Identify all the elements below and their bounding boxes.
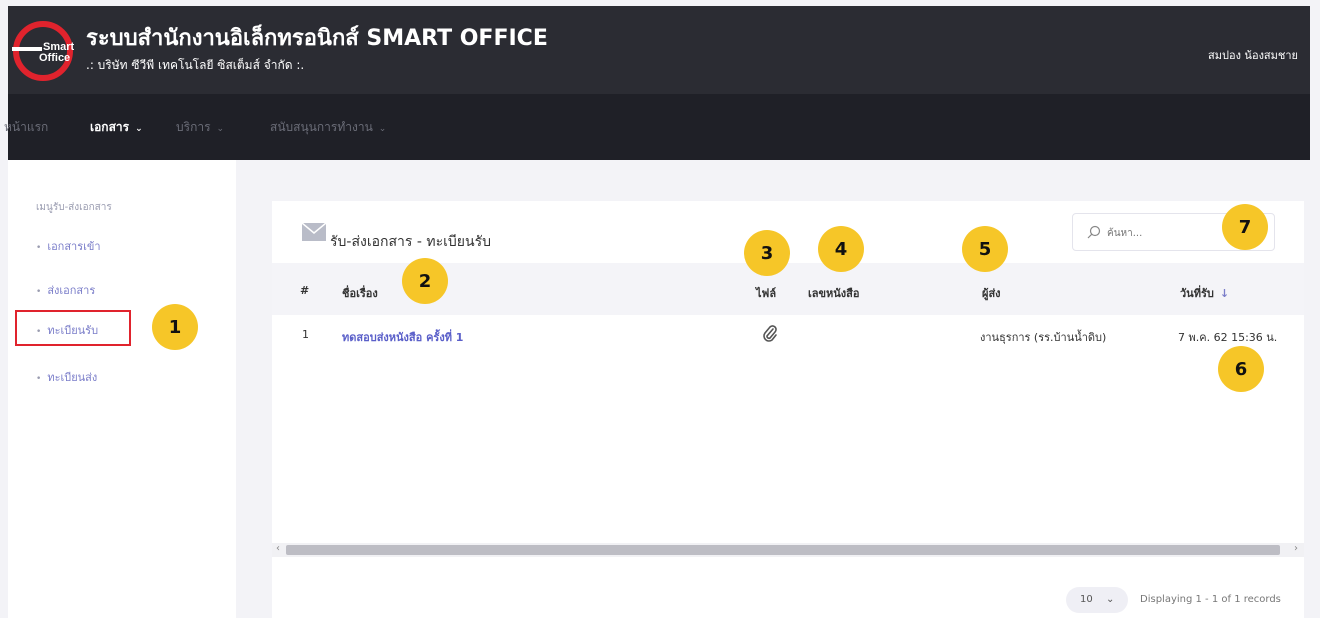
chevron-down-icon: ⌄ [216, 124, 225, 134]
panel-title: รับ-ส่งเอกสาร - ทะเบียนรับ [330, 234, 491, 250]
row-sender: งานธุรการ (รร.บ้านน้ำดิบ) [980, 331, 1107, 344]
sidebar-item-label: เอกสารเข้า [47, 240, 101, 253]
sidebar-item-incoming[interactable]: • เอกสารเข้า [36, 237, 101, 255]
bullet-icon: • [36, 243, 42, 253]
nav-item-documents[interactable]: เอกสาร ⌄ [90, 118, 143, 137]
sidebar: เมนูรับ-ส่งเอกสาร • เอกสารเข้า • ส่งเอกสาร… [8, 160, 236, 618]
selected-item-highlight [15, 310, 131, 346]
column-header-file[interactable]: ไฟล์ [756, 284, 776, 302]
nav-item-documents-label: เอกสาร [90, 120, 130, 134]
envelope-icon [302, 223, 326, 241]
sort-down-arrow-icon[interactable]: ↓ [1220, 287, 1229, 300]
annotation-badge-7: 7 [1222, 204, 1268, 250]
user-name[interactable]: สมปอง น้องสมชาย [1208, 46, 1298, 64]
row-no: 1 [302, 328, 309, 341]
nav-item-services-label: บริการ [176, 120, 211, 134]
bullet-icon: • [36, 287, 42, 297]
sidebar-heading: เมนูรับ-ส่งเอกสาร [36, 202, 112, 213]
annotation-badge-1: 1 [152, 304, 198, 350]
horizontal-scrollbar[interactable]: ‹ › [272, 543, 1304, 557]
page-size-select[interactable]: 10 ⌄ [1066, 587, 1128, 613]
chevron-down-icon: ⌄ [1106, 594, 1115, 605]
svg-text:Office: Office [39, 52, 70, 64]
nav-item-work-support-label: สนับสนุนการทำงาน [270, 120, 373, 134]
row-received-date: 7 พ.ค. 62 15:36 น. [1178, 331, 1278, 344]
bullet-icon: • [36, 374, 42, 384]
scroll-left-arrow-icon[interactable]: ‹ [276, 543, 280, 554]
nav-item-work-support[interactable]: สนับสนุนการทำงาน ⌄ [270, 118, 386, 137]
chevron-down-icon: ⌄ [135, 124, 143, 134]
scroll-right-arrow-icon[interactable]: › [1294, 543, 1298, 554]
column-header-sender[interactable]: ผู้ส่ง [982, 284, 1001, 302]
search-icon [1087, 225, 1101, 239]
nav-item-home-label: หน้าแรก [4, 120, 49, 134]
column-header-subject[interactable]: ชื่อเรื่อง [342, 284, 378, 302]
app-header: Smart Office ระบบสำนักงานอิเล็กทรอนิกส์ … [8, 6, 1310, 94]
sidebar-item-label: ทะเบียนส่ง [47, 371, 98, 384]
main-nav: หน้าแรก เอกสาร ⌄ บริการ ⌄ สนับสนุนการทำงาน… [4, 94, 1310, 160]
page-size-value: 10 [1080, 594, 1093, 605]
sidebar-item-send-register[interactable]: • ทะเบียนส่ง [36, 368, 97, 386]
row-subject-link[interactable]: ทดสอบส่งหนังสือ ครั้งที่ 1 [342, 328, 463, 346]
sidebar-item-label: ส่งเอกสาร [47, 284, 96, 297]
annotation-badge-2: 2 [402, 258, 448, 304]
nav-item-home[interactable]: หน้าแรก [4, 118, 48, 137]
annotation-badge-6: 6 [1218, 346, 1264, 392]
display-info: Displaying 1 - 1 of 1 records [1140, 594, 1281, 605]
column-header-doc-no[interactable]: เลขหนังสือ [808, 284, 859, 302]
annotation-badge-3: 3 [744, 230, 790, 276]
smart-office-logo[interactable]: Smart Office [12, 20, 74, 82]
nav-item-services[interactable]: บริการ ⌄ [176, 118, 224, 137]
app-title: ระบบสำนักงานอิเล็กทรอนิกส์ SMART OFFICE [86, 26, 548, 51]
company-name: .: บริษัท ซีวีพี เทคโนโลยี ซิสเต็มส์ จำก… [86, 58, 305, 72]
scrollbar-thumb[interactable] [286, 545, 1280, 555]
annotation-badge-5: 5 [962, 226, 1008, 272]
column-header-received[interactable]: วันที่รับ ↓ [1180, 284, 1229, 302]
sidebar-item-send[interactable]: • ส่งเอกสาร [36, 281, 95, 299]
chevron-down-icon: ⌄ [378, 124, 387, 134]
attachment-paperclip-icon[interactable] [762, 325, 778, 343]
annotation-badge-4: 4 [818, 226, 864, 272]
column-header-received-label: วันที่รับ [1180, 287, 1214, 300]
column-header-no: # [300, 284, 310, 297]
